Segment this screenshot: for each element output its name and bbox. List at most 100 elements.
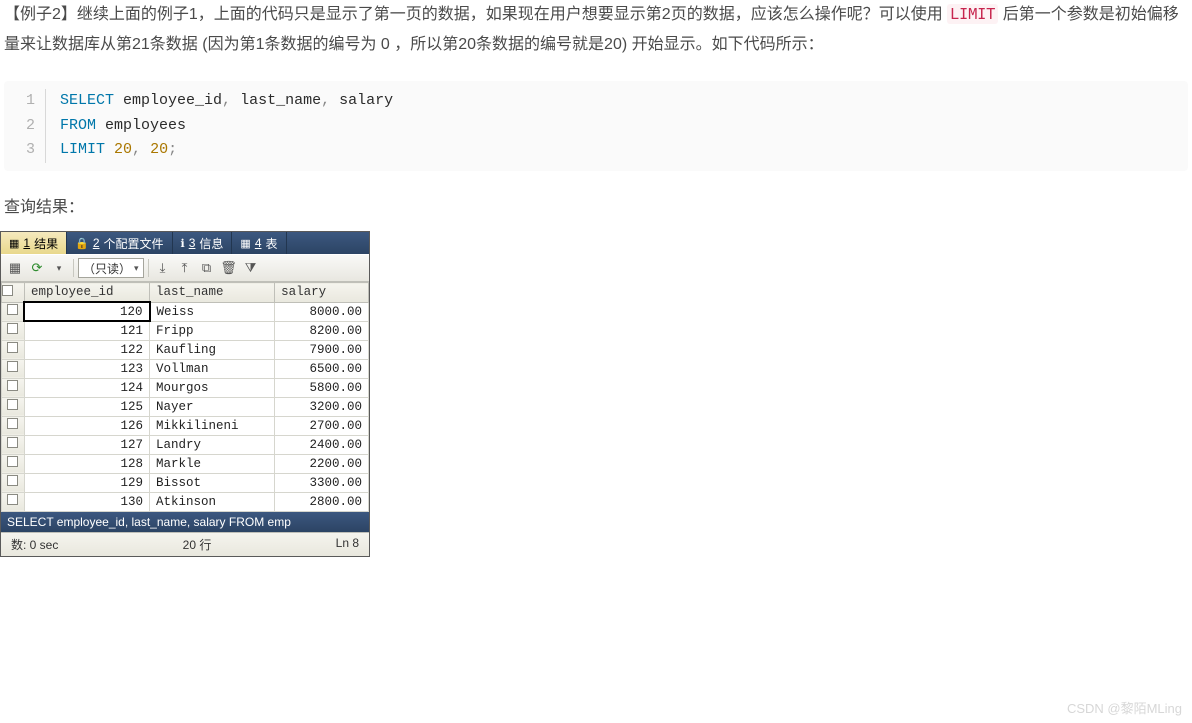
line-number: 2 [4, 114, 46, 139]
row-checkbox[interactable] [2, 302, 25, 321]
cell-salary[interactable]: 3200.00 [275, 397, 369, 416]
table-row[interactable]: 124Mourgos5800.00 [2, 378, 369, 397]
tab-icon: ▦ [9, 237, 19, 250]
copy-icon[interactable]: ⧉ [197, 258, 217, 278]
row-checkbox[interactable] [2, 454, 25, 473]
checkbox-icon [7, 494, 18, 505]
cell-employee-id[interactable]: 123 [24, 359, 149, 378]
code-block: 1SELECT employee_id, last_name, salary2F… [4, 81, 1188, 171]
table-row[interactable]: 130Atkinson2800.00 [2, 492, 369, 511]
cell-salary[interactable]: 8000.00 [275, 302, 369, 321]
cell-employee-id[interactable]: 130 [24, 492, 149, 511]
table-row[interactable]: 127Landry2400.00 [2, 435, 369, 454]
table-row[interactable]: 128Markle2200.00 [2, 454, 369, 473]
row-checkbox[interactable] [2, 359, 25, 378]
cell-employee-id[interactable]: 124 [24, 378, 149, 397]
footer-time: 数: 0 sec [11, 536, 58, 553]
table-row[interactable]: 123Vollman6500.00 [2, 359, 369, 378]
checkbox-icon [7, 418, 18, 429]
watermark: CSDN @黎陌MLing [1067, 698, 1182, 717]
cell-salary[interactable]: 2800.00 [275, 492, 369, 511]
row-checkbox[interactable] [2, 378, 25, 397]
readonly-label: （只读） [83, 260, 131, 277]
cell-last-name[interactable]: Atkinson [150, 492, 275, 511]
cell-employee-id[interactable]: 122 [24, 340, 149, 359]
row-checkbox[interactable] [2, 321, 25, 340]
checkbox-icon [7, 399, 18, 410]
cell-employee-id[interactable]: 127 [24, 435, 149, 454]
cell-last-name[interactable]: Markle [150, 454, 275, 473]
col-header-employee_id[interactable]: employee_id [24, 283, 149, 303]
tab-icon: ▦ [240, 237, 250, 250]
cell-last-name[interactable]: Mourgos [150, 378, 275, 397]
cell-last-name[interactable]: Landry [150, 435, 275, 454]
line-number: 1 [4, 89, 46, 114]
checkbox-header[interactable] [2, 283, 25, 303]
cell-salary[interactable]: 6500.00 [275, 359, 369, 378]
row-checkbox[interactable] [2, 397, 25, 416]
checkbox-icon [7, 456, 18, 467]
toolbar-separator [73, 259, 74, 277]
row-checkbox[interactable] [2, 492, 25, 511]
dropdown-arrow-icon[interactable]: ▾ [49, 258, 69, 278]
cell-salary[interactable]: 2400.00 [275, 435, 369, 454]
readonly-dropdown[interactable]: （只读） ▾ [78, 258, 144, 278]
checkbox-icon [7, 380, 18, 391]
checkbox-icon [7, 361, 18, 372]
delete-icon[interactable]: 🗑 [219, 258, 239, 278]
table-row[interactable]: 121Fripp8200.00 [2, 321, 369, 340]
cell-last-name[interactable]: Fripp [150, 321, 275, 340]
checkbox-icon [7, 342, 18, 353]
cell-employee-id[interactable]: 126 [24, 416, 149, 435]
db-tab-个配置文件[interactable]: 🔒2 个配置文件 [67, 232, 172, 254]
table-row[interactable]: 126Mikkilineni2700.00 [2, 416, 369, 435]
cell-last-name[interactable]: Kaufling [150, 340, 275, 359]
row-checkbox[interactable] [2, 473, 25, 492]
cell-last-name[interactable]: Vollman [150, 359, 275, 378]
table-row[interactable]: 125Nayer3200.00 [2, 397, 369, 416]
db-tab-信息[interactable]: ℹ3 信息 [173, 232, 233, 254]
refresh-icon[interactable]: ⟳ [27, 258, 47, 278]
cell-salary[interactable]: 7900.00 [275, 340, 369, 359]
checkbox-icon [7, 437, 18, 448]
cell-employee-id[interactable]: 129 [24, 473, 149, 492]
export-icon[interactable]: ⤓ [153, 258, 173, 278]
cell-last-name[interactable]: Mikkilineni [150, 416, 275, 435]
cell-employee-id[interactable]: 121 [24, 321, 149, 340]
cell-salary[interactable]: 2700.00 [275, 416, 369, 435]
checkbox-icon [7, 304, 18, 315]
cell-last-name[interactable]: Nayer [150, 397, 275, 416]
result-label: 查询结果： [4, 193, 1188, 217]
tab-icon: 🔒 [75, 237, 89, 250]
col-header-salary[interactable]: salary [275, 283, 369, 303]
table-row[interactable]: 120Weiss8000.00 [2, 302, 369, 321]
filter-icon[interactable]: ⧩ [241, 258, 261, 278]
cell-salary[interactable]: 2200.00 [275, 454, 369, 473]
toolbar-separator [148, 259, 149, 277]
import-icon[interactable]: ⤒ [175, 258, 195, 278]
cell-employee-id[interactable]: 125 [24, 397, 149, 416]
row-checkbox[interactable] [2, 340, 25, 359]
chevron-down-icon: ▾ [134, 263, 139, 274]
table-row[interactable]: 129Bissot3300.00 [2, 473, 369, 492]
checkbox-icon [2, 285, 13, 296]
db-tabs: ▦1 结果🔒2 个配置文件ℹ3 信息▦4 表 [1, 232, 369, 254]
cell-salary[interactable]: 8200.00 [275, 321, 369, 340]
row-checkbox[interactable] [2, 435, 25, 454]
db-tab-结果[interactable]: ▦1 结果 [1, 232, 67, 254]
db-tab-表[interactable]: ▦4 表 [232, 232, 286, 254]
example-paragraph: 【例子2】继续上面的例子1，上面的代码只是显示了第一页的数据，如果现在用户想要显… [0, 0, 1192, 65]
row-checkbox[interactable] [2, 416, 25, 435]
para-lead: 【例子2】继续上面的例子1，上面的代码只是显示了第一页的数据，如果现在用户想要显… [4, 6, 947, 23]
col-header-last_name[interactable]: last_name [150, 283, 275, 303]
code-line: SELECT employee_id, last_name, salary [46, 89, 393, 114]
cell-employee-id[interactable]: 128 [24, 454, 149, 473]
grid-icon[interactable]: ▦ [5, 258, 25, 278]
cell-salary[interactable]: 3300.00 [275, 473, 369, 492]
cell-salary[interactable]: 5800.00 [275, 378, 369, 397]
cell-last-name[interactable]: Bissot [150, 473, 275, 492]
checkbox-icon [7, 323, 18, 334]
table-row[interactable]: 122Kaufling7900.00 [2, 340, 369, 359]
cell-last-name[interactable]: Weiss [150, 302, 275, 321]
cell-employee-id[interactable]: 120 [24, 302, 149, 321]
